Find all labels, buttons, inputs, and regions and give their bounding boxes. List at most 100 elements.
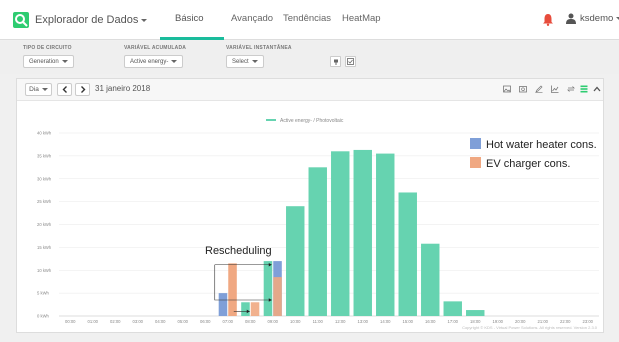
tab-basico[interactable]: Básico: [175, 13, 204, 24]
bar-photovoltaic: [466, 310, 485, 316]
brand-menu[interactable]: Explorador de Dados: [12, 10, 148, 30]
checklist-icon: [347, 58, 354, 65]
x-tick-label: 03:00: [133, 319, 144, 324]
chart-panel: Dia 31 janeiro 2018 0 kWh 5 kWh 10 kWh 15 k…: [16, 78, 604, 333]
x-tick-label: 21:00: [538, 319, 549, 324]
y-tick-label: 40 kWh: [37, 131, 52, 136]
y-tick-label: 0 kWh: [37, 314, 50, 319]
x-tick-label: 18:00: [470, 319, 481, 324]
pin-icon: [333, 59, 338, 65]
line-chart-icon[interactable]: [551, 85, 559, 93]
y-tick-label: 35 kWh: [37, 153, 52, 158]
x-tick-label: 22:00: [560, 319, 571, 324]
circuit-type-label: TIPO DE CIRCUITO: [23, 45, 72, 51]
tab-avancado[interactable]: Avançado: [231, 13, 273, 24]
x-tick-label: 11:00: [313, 319, 324, 324]
x-tick-label: 09:00: [268, 319, 279, 324]
y-tick-label: 30 kWh: [37, 176, 52, 181]
bar-ev-charger: [273, 277, 282, 316]
instant-variable-value: Select: [232, 58, 249, 65]
current-date: 31 janeiro 2018: [95, 84, 151, 93]
x-tick-label: 04:00: [155, 319, 166, 324]
bar-ev-charger: [228, 263, 237, 316]
chevron-down-icon: [141, 18, 148, 22]
x-tick-label: 00:00: [65, 319, 76, 324]
chevron-down-icon: [171, 60, 178, 63]
bar-photovoltaic: [308, 167, 327, 316]
previous-day-button[interactable]: [57, 83, 72, 96]
y-tick-label: 20 kWh: [37, 222, 52, 227]
chevron-left-icon: [62, 86, 67, 93]
camera-icon[interactable]: [519, 85, 527, 93]
y-tick-label: 10 kWh: [37, 268, 52, 273]
x-tick-label: 20:00: [515, 319, 526, 324]
image-icon[interactable]: [503, 85, 511, 93]
accumulated-variable-value: Active energy-: [130, 58, 169, 65]
user-menu[interactable]: ksdemo: [566, 13, 619, 24]
instant-variable-select[interactable]: Select: [226, 55, 264, 68]
next-day-button[interactable]: [75, 83, 90, 96]
x-tick-label: 07:00: [223, 319, 234, 324]
tab-heatmap[interactable]: HeatMap: [342, 13, 381, 24]
legend-label-ev-charger: EV charger cons.: [486, 158, 570, 170]
x-tick-label: 06:00: [200, 319, 211, 324]
x-tick-label: 14:00: [380, 319, 391, 324]
bar-photovoltaic: [421, 243, 440, 316]
annotation-rescheduling: Rescheduling: [205, 245, 272, 257]
checklist-button[interactable]: [345, 56, 356, 67]
x-tick-label: 13:00: [358, 319, 369, 324]
active-tab-indicator: [160, 37, 224, 40]
filter-bar: TIPO DE CIRCUITO Generation VARIÁVEL ACU…: [0, 41, 619, 74]
bars-icon[interactable]: [580, 85, 588, 93]
bar-photovoltaic: [443, 301, 462, 316]
accumulated-variable-label: VARIÁVEL ACUMULADA: [124, 45, 187, 51]
period-value: Dia: [29, 86, 39, 93]
user-name: ksdemo: [580, 13, 614, 24]
bell-icon[interactable]: [542, 13, 554, 26]
energy-bar-chart: 0 kWh 5 kWh 10 kWh 15 kWh 20 kWh 25 kWh 30 kWh…: [37, 118, 599, 324]
bar-photovoltaic: [376, 153, 395, 316]
pen-icon[interactable]: [535, 85, 543, 93]
x-tick-label: 17:00: [448, 319, 459, 324]
user-icon: [566, 13, 576, 24]
brand-title: Explorador de Dados: [35, 14, 139, 26]
period-select[interactable]: Dia: [25, 83, 52, 96]
legend-swatch-ev-charger: [470, 157, 481, 168]
legend-label-photovoltaic: Active energy- / Photovoltaic: [280, 118, 344, 124]
bar-photovoltaic: [286, 206, 305, 316]
bar-photovoltaic: [241, 302, 250, 316]
pin-button[interactable]: [330, 56, 341, 67]
x-tick-label: 23:00: [583, 319, 594, 324]
chevron-up-icon[interactable]: [593, 85, 601, 93]
bar-hot-water: [218, 293, 228, 316]
tab-tendencias[interactable]: Tendências: [283, 13, 331, 24]
chevron-right-icon: [80, 86, 85, 93]
chart-toolbar: Dia 31 janeiro 2018: [17, 79, 603, 101]
legend-swatch-hot-water: [470, 138, 481, 149]
x-tick-label: 19:00: [493, 319, 504, 324]
chevron-down-icon: [61, 60, 68, 63]
x-tick-label: 16:00: [425, 319, 436, 324]
instant-variable-label: VARIÁVEL INSTANTÂNEA: [226, 45, 292, 51]
circuit-type-select[interactable]: Generation: [23, 55, 74, 68]
bar-ev-charger: [250, 302, 260, 316]
bar-photovoltaic: [398, 192, 417, 316]
y-tick-label: 5 kWh: [37, 291, 50, 296]
y-tick-label: 25 kWh: [37, 199, 52, 204]
top-navbar: Explorador de Dados Básico Avançado Tend…: [0, 0, 619, 40]
x-tick-label: 08:00: [245, 319, 256, 324]
x-tick-label: 01:00: [88, 319, 99, 324]
app-logo-icon: [13, 12, 29, 28]
bar-photovoltaic: [353, 149, 372, 316]
x-tick-label: 15:00: [403, 319, 414, 324]
x-tick-label: 12:00: [335, 319, 346, 324]
accumulated-variable-select[interactable]: Active energy-: [124, 55, 184, 68]
circuit-type-value: Generation: [29, 58, 59, 65]
copyright-footer: Copyright © KDS - Virtual Power Solution…: [462, 325, 597, 330]
x-tick-label: 10:00: [290, 319, 301, 324]
x-tick-label: 02:00: [110, 319, 121, 324]
bar-photovoltaic: [263, 261, 273, 316]
refresh-icon[interactable]: [567, 85, 575, 93]
chevron-down-icon: [41, 88, 48, 91]
legend-label-hot-water: Hot water heater cons.: [486, 139, 597, 151]
